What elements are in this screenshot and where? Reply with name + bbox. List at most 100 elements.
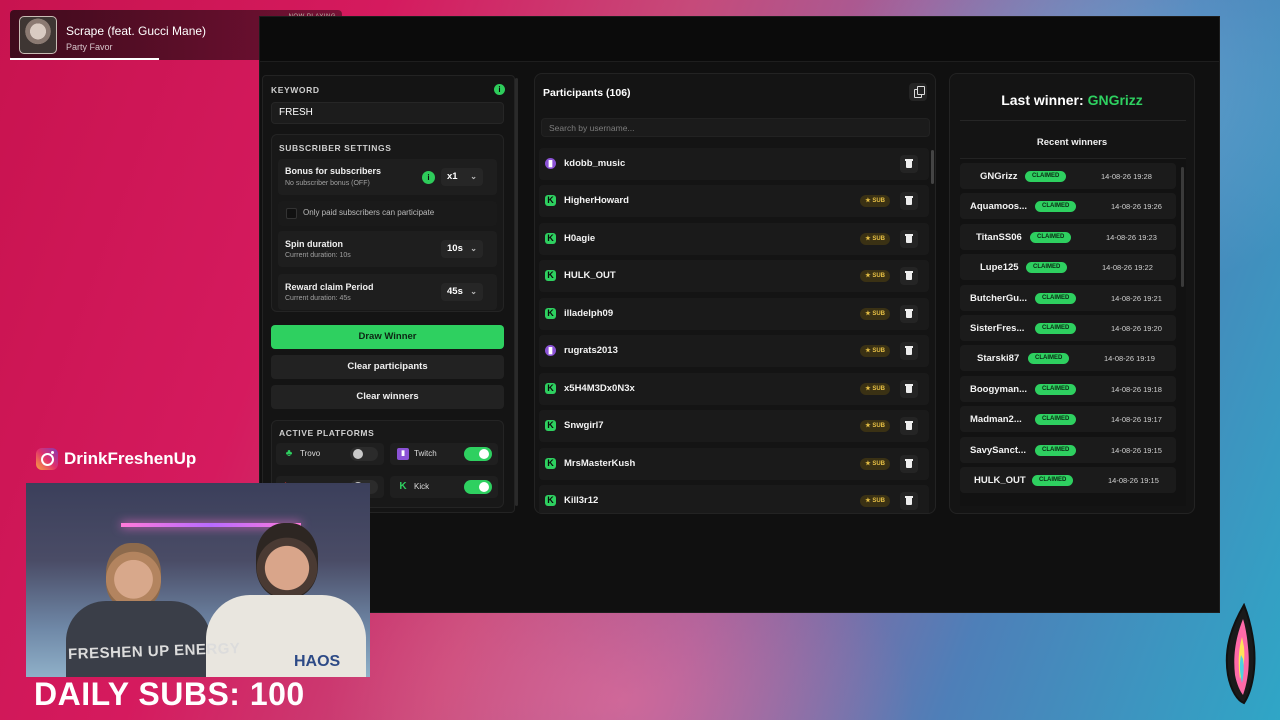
participant-search-input[interactable] <box>541 118 930 137</box>
participant-row: K MrsMasterKush ★ SUB <box>539 448 929 480</box>
winner-name: Starski87 <box>977 353 1020 364</box>
instagram-icon <box>36 448 58 470</box>
kick-toggle[interactable] <box>464 480 492 494</box>
webcam-feed: FRESHEN UP ENERGY HAOS <box>26 483 370 677</box>
chevron-down-icon: ⌄ <box>470 172 477 181</box>
kick-icon: K <box>545 308 556 319</box>
winner-name: Lupe125 <box>980 262 1019 273</box>
only-paid-checkbox[interactable] <box>286 208 297 219</box>
winners-panel: Last winner: GNGrizz Recent winners GNGr… <box>949 73 1195 514</box>
trash-icon[interactable] <box>900 417 918 435</box>
clear-participants-button[interactable]: Clear participants <box>271 355 504 379</box>
toggle-knob <box>353 449 363 459</box>
participant-name: HigherHoward <box>564 195 629 206</box>
platform-name: Trovo <box>300 449 321 458</box>
settings-scrollbar[interactable] <box>515 78 518 506</box>
reward-period-select[interactable]: 45s ⌄ <box>441 283 483 301</box>
settings-panel: KEYWORD i FRESH SUBSCRIBER SETTINGS Bonu… <box>262 75 515 513</box>
reward-period-subtitle: Current duration: 45s <box>285 295 351 302</box>
winner-row: GNGrizz CLAIMED 14-08-26 19:28 <box>960 163 1176 189</box>
trash-icon[interactable] <box>900 455 918 473</box>
sub-badge: ★ SUB <box>860 308 890 320</box>
trash-icon[interactable] <box>900 267 918 285</box>
info-icon[interactable]: i <box>494 84 505 95</box>
keyword-input[interactable]: FRESH <box>271 102 504 124</box>
trash-icon[interactable] <box>900 342 918 360</box>
sub-badge-label: SUB <box>872 386 885 392</box>
reward-period-value: 45s <box>447 286 463 297</box>
bonus-title: Bonus for subscribers <box>285 166 382 176</box>
winner-date: 14-08-26 19:20 <box>1111 324 1162 333</box>
trash-icon[interactable] <box>900 380 918 398</box>
winner-date: 14-08-26 19:23 <box>1106 233 1157 242</box>
sub-badge: ★ SUB <box>860 420 890 432</box>
winner-row: Madman2... CLAIMED 14-08-26 19:17 <box>960 406 1176 432</box>
toggle-knob <box>479 449 489 459</box>
participant-name: MrsMasterKush <box>564 458 636 469</box>
winner-name: GNGrizz <box>980 171 1018 182</box>
draw-winner-button[interactable]: Draw Winner <box>271 325 504 349</box>
spin-duration-row: Spin duration Current duration: 10s 10s … <box>278 231 497 267</box>
participant-row: K HigherHoward ★ SUB <box>539 185 929 217</box>
winner-row: TitanSS06 CLAIMED 14-08-26 19:23 <box>960 224 1176 250</box>
shirt-text-right: HAOS <box>294 653 341 670</box>
person-body <box>66 601 211 677</box>
claimed-badge: CLAIMED <box>1032 475 1074 486</box>
copy-icon[interactable] <box>909 83 927 101</box>
winner-row: ButcherGu... CLAIMED 14-08-26 19:21 <box>960 285 1176 311</box>
trovo-toggle[interactable] <box>350 447 378 461</box>
clear-winners-button[interactable]: Clear winners <box>271 385 504 409</box>
sub-badge-label: SUB <box>872 198 885 204</box>
only-paid-label: Only paid subscribers can participate <box>303 208 435 217</box>
trash-icon[interactable] <box>900 492 918 510</box>
track-title: Scrape (feat. Gucci Mane) <box>66 24 207 38</box>
winner-date: 14-08-26 19:18 <box>1111 385 1162 394</box>
kick-icon: K <box>545 495 556 506</box>
sub-badge: ★ SUB <box>860 458 890 470</box>
spin-duration-select[interactable]: 10s ⌄ <box>441 240 483 258</box>
participant-row: ▮ kdobb_music <box>539 148 929 180</box>
trash-icon[interactable] <box>900 305 918 323</box>
trash-icon[interactable] <box>900 192 918 210</box>
winner-date: 14-08-26 19:26 <box>1111 202 1162 211</box>
winner-name: ButcherGu... <box>970 293 1028 304</box>
recent-winners-list: GNGrizz CLAIMED 14-08-26 19:28 Aquamoos.… <box>960 158 1186 506</box>
winner-date: 14-08-26 19:15 <box>1108 476 1159 485</box>
person-head <box>256 523 318 598</box>
participant-name: HULK_OUT <box>564 270 616 281</box>
reward-period-title: Reward claim Period <box>285 282 374 292</box>
winner-row: Boogyman... CLAIMED 14-08-26 19:18 <box>960 376 1176 402</box>
platform-kick: K Kick <box>390 476 498 498</box>
winner-name: Madman2... <box>970 414 1022 425</box>
participants-scrollbar[interactable] <box>931 150 934 184</box>
participants-panel: Participants (106) ▮ kdobb_music K Highe… <box>534 73 936 514</box>
bonus-multiplier-select[interactable]: x1 ⌄ <box>441 168 483 186</box>
claimed-badge: CLAIMED <box>1035 323 1077 334</box>
sub-badge: ★ SUB <box>860 270 890 282</box>
sub-badge-label: SUB <box>872 423 885 429</box>
winners-scrollbar[interactable] <box>1181 167 1184 287</box>
kick-icon: K <box>545 270 556 281</box>
sub-badge-label: SUB <box>872 311 885 317</box>
winner-row: Starski87 CLAIMED 14-08-26 19:19 <box>960 345 1176 371</box>
only-paid-row[interactable]: Only paid subscribers can participate <box>278 201 497 226</box>
info-icon[interactable]: i <box>422 171 435 184</box>
sub-badge-label: SUB <box>872 348 885 354</box>
twitch-icon: ▮ <box>545 158 556 169</box>
claimed-badge: CLAIMED <box>1035 445 1077 456</box>
winner-date: 14-08-26 19:17 <box>1111 415 1162 424</box>
kick-icon: K <box>545 233 556 244</box>
sub-badge: ★ SUB <box>860 345 890 357</box>
participant-name: H0agie <box>564 233 596 244</box>
participant-row: K H0agie ★ SUB <box>539 223 929 255</box>
trash-icon[interactable] <box>900 230 918 248</box>
trash-icon[interactable] <box>900 155 918 173</box>
twitch-toggle[interactable] <box>464 447 492 461</box>
sub-badge: ★ SUB <box>860 195 890 207</box>
chevron-down-icon: ⌄ <box>470 244 477 253</box>
participant-name: Kill3r12 <box>564 495 599 506</box>
bonus-subtitle: No subscriber bonus (OFF) <box>285 180 370 187</box>
track-artist: Party Favor <box>66 42 113 52</box>
platform-name: Kick <box>414 482 430 491</box>
kick-icon: K <box>545 420 556 431</box>
